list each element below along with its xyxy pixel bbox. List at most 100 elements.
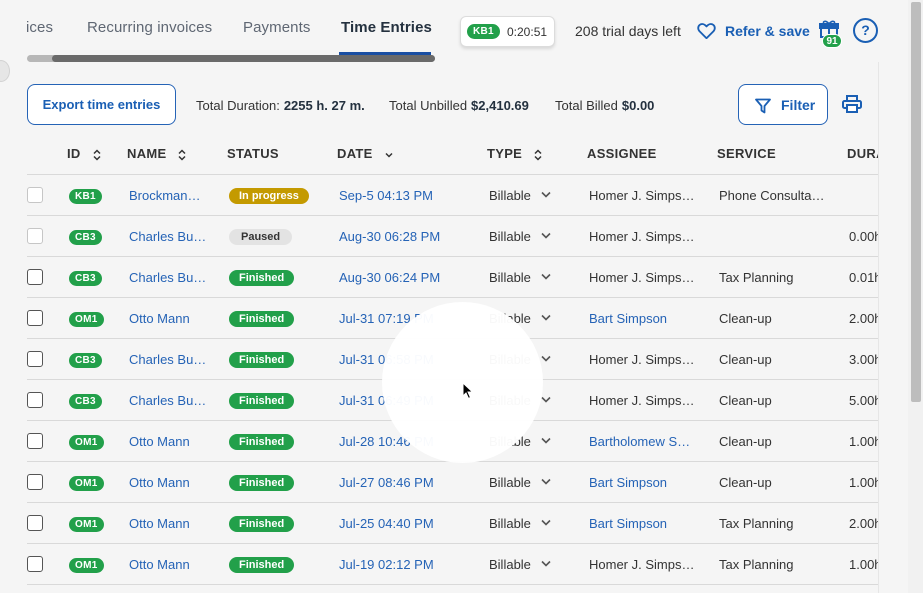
row-type-dropdown[interactable]: Billable: [489, 393, 559, 408]
table-row[interactable]: CB3 Charles Bu… Finished Aug-30 06:24 PM Bil…: [27, 257, 878, 298]
row-name-link[interactable]: Charles Bu…: [129, 352, 211, 367]
column-header-date[interactable]: DATE: [337, 146, 393, 161]
table-row[interactable]: KB1 Brockman… In progress Sep-5 04:13 PM Bil…: [27, 175, 878, 216]
row-date-link[interactable]: Jul-25 04:40 PM: [339, 516, 434, 531]
column-header-id[interactable]: ID: [67, 146, 101, 161]
row-duration: 2.00h: [849, 311, 878, 326]
column-header-duration[interactable]: DURA: [847, 146, 878, 161]
row-checkbox[interactable]: [27, 310, 43, 326]
help-button[interactable]: ?: [853, 18, 878, 43]
type-label: Billable: [489, 352, 531, 367]
row-date-link[interactable]: Jul-19 02:12 PM: [339, 557, 434, 572]
table-row[interactable]: CB3 Charles Bu… Finished Jul-31 06:58 PM Bil…: [27, 339, 878, 380]
table-row[interactable]: OM1 Otto Mann Finished Jul-25 04:40 PM Billa…: [27, 503, 878, 544]
table-row[interactable]: OM1 Otto Mann Finished Jul-31 07:19 PM Billa…: [27, 298, 878, 339]
row-date-link[interactable]: Jul-31 06:58 PM: [339, 352, 434, 367]
row-name-link[interactable]: Charles Bu…: [129, 229, 211, 244]
row-assignee[interactable]: Bartholomew S…: [589, 434, 699, 449]
row-type-dropdown[interactable]: Billable: [489, 311, 559, 326]
row-assignee[interactable]: Bart Simpson: [589, 475, 699, 490]
row-name-link[interactable]: Charles Bu…: [129, 393, 211, 408]
tab-time-entries[interactable]: Time Entries: [341, 19, 432, 36]
running-timer[interactable]: KB1 0:20:51: [460, 16, 555, 47]
row-name-link[interactable]: Otto Mann: [129, 557, 211, 572]
page-scrollbar-thumb[interactable]: [911, 2, 921, 402]
row-type-dropdown[interactable]: Billable: [489, 229, 559, 244]
row-date-link[interactable]: Jul-31 07:19 PM: [339, 311, 434, 326]
column-label: ID: [67, 146, 81, 161]
trial-days-left: 208 trial days left: [575, 23, 681, 39]
tab-invoices[interactable]: ices: [26, 19, 58, 36]
table-row[interactable]: OM1 Otto Mann Finished Jul-28 10:46 PM Billa…: [27, 421, 878, 462]
timer-client-badge: KB1: [467, 24, 500, 39]
row-name-link[interactable]: Charles Bu…: [129, 270, 211, 285]
row-name-link[interactable]: Otto Mann: [129, 516, 211, 531]
table-row[interactable]: CB3 Charles Bu… Finished Jul-31 06:49 PM Bil…: [27, 380, 878, 421]
tab-payments[interactable]: Payments: [243, 19, 311, 36]
row-id: OM1: [69, 433, 104, 450]
row-checkbox[interactable]: [27, 269, 43, 285]
row-assignee[interactable]: Bart Simpson: [589, 516, 699, 531]
table-row[interactable]: OM1 Otto Mann Finished Jul-27 08:46 PM Billa…: [27, 462, 878, 503]
print-button[interactable]: [842, 95, 864, 115]
time-entries-page: ices Recurring invoices Payments Time En…: [0, 0, 923, 593]
gift-button[interactable]: 91: [817, 20, 843, 48]
row-checkbox[interactable]: [27, 433, 43, 449]
export-time-entries-button[interactable]: Export time entries: [27, 84, 176, 125]
row-checkbox[interactable]: [27, 392, 43, 408]
type-label: Billable: [489, 188, 531, 203]
client-badge: OM1: [69, 476, 104, 491]
type-label: Billable: [489, 516, 531, 531]
column-header-name[interactable]: NAME: [127, 146, 186, 161]
type-label: Billable: [489, 311, 531, 326]
row-status: Finished: [229, 556, 295, 573]
row-type-dropdown[interactable]: Billable: [489, 270, 559, 285]
filter-button[interactable]: Filter: [738, 84, 828, 125]
column-header-status[interactable]: STATUS: [227, 146, 279, 161]
row-type-dropdown[interactable]: Billable: [489, 475, 559, 490]
row-type-dropdown[interactable]: Billable: [489, 434, 559, 449]
row-checkbox[interactable]: [27, 351, 43, 367]
refer-label: Refer & save: [725, 23, 810, 39]
tab-scroll-thumb[interactable]: [52, 55, 435, 62]
row-status: Finished: [229, 310, 295, 327]
row-date-link[interactable]: Aug-30 06:28 PM: [339, 229, 440, 244]
row-service: Clean-up: [719, 352, 772, 367]
row-date-link[interactable]: Aug-30 06:24 PM: [339, 270, 440, 285]
column-header-type[interactable]: TYPE: [487, 146, 542, 161]
total-unbilled-value: $2,410.69: [471, 98, 529, 113]
collapse-handle[interactable]: [0, 60, 10, 82]
row-type-dropdown[interactable]: Billable: [489, 516, 559, 531]
column-header-assignee[interactable]: ASSIGNEE: [587, 146, 657, 161]
row-checkbox[interactable]: [27, 187, 43, 203]
row-name-link[interactable]: Otto Mann: [129, 434, 211, 449]
row-type-dropdown[interactable]: Billable: [489, 188, 559, 203]
row-name-link[interactable]: Brockman…: [129, 188, 211, 203]
row-checkbox[interactable]: [27, 515, 43, 531]
table-row[interactable]: CB3 Charles Bu… Paused Aug-30 06:28 PM Billa…: [27, 216, 878, 257]
tab-recurring-invoices[interactable]: Recurring invoices: [87, 19, 212, 36]
row-checkbox[interactable]: [27, 228, 43, 244]
row-status: Finished: [229, 433, 295, 450]
status-badge: Finished: [229, 270, 295, 286]
row-type-dropdown[interactable]: Billable: [489, 352, 559, 367]
row-date-link[interactable]: Jul-31 06:49 PM: [339, 393, 434, 408]
row-duration: 1.00h: [849, 475, 878, 490]
row-type-dropdown[interactable]: Billable: [489, 557, 559, 572]
client-badge: OM1: [69, 312, 104, 327]
client-badge: OM1: [69, 558, 104, 573]
row-checkbox[interactable]: [27, 474, 43, 490]
row-date-link[interactable]: Jul-28 10:46 PM: [339, 434, 434, 449]
row-name-link[interactable]: Otto Mann: [129, 311, 211, 326]
row-checkbox[interactable]: [27, 556, 43, 572]
type-label: Billable: [489, 393, 531, 408]
row-name-link[interactable]: Otto Mann: [129, 475, 211, 490]
row-date-link[interactable]: Sep-5 04:13 PM: [339, 188, 433, 203]
row-status: Finished: [229, 269, 295, 286]
row-assignee[interactable]: Bart Simpson: [589, 311, 699, 326]
column-header-service[interactable]: SERVICE: [717, 146, 776, 161]
table-row[interactable]: OM1 Otto Mann Finished Jul-19 02:12 PM Billa…: [27, 544, 878, 585]
row-date-link[interactable]: Jul-27 08:46 PM: [339, 475, 434, 490]
chevron-down-icon: [541, 478, 551, 485]
row-assignee: Homer J. Simps…: [589, 393, 695, 408]
